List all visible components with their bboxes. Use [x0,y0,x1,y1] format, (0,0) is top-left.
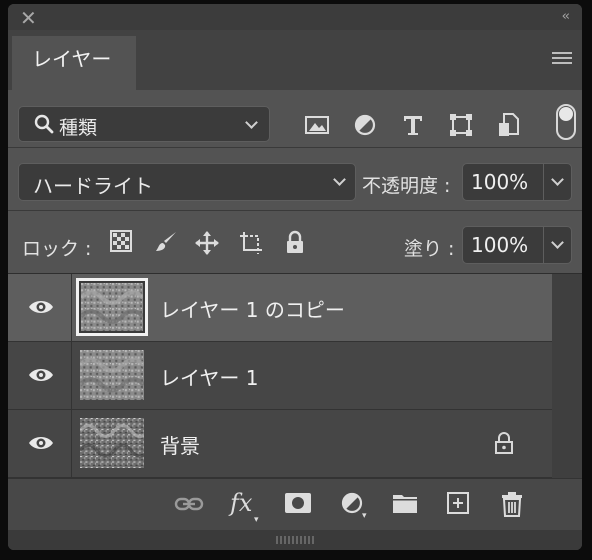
lock-artboard-icon[interactable] [238,230,264,256]
blend-row: ハードライト 不透明度 : 100% [8,149,582,211]
new-group-folder-icon[interactable] [392,491,418,515]
new-adjustment-layer-button[interactable]: ▾ [340,491,367,521]
opacity-label: 不透明度 : [362,175,451,197]
tab-label: レイヤー [32,47,112,71]
tab-row: レイヤー [8,30,582,90]
chevron-down-icon [333,173,346,186]
filter-kind-select[interactable]: 種類 [18,106,270,142]
visibility-eye-icon[interactable] [28,434,54,452]
layer-lock-icon [495,432,513,454]
shape-filter-icon[interactable] [448,112,474,138]
lock-position-icon[interactable] [194,230,220,256]
fill-label: 塗り : [404,238,455,260]
image-filter-icon[interactable] [304,112,330,138]
layer-name[interactable]: レイヤー 1 [160,362,258,391]
scrollbar[interactable] [552,274,582,479]
layers-panel: ✕ ‹‹ レイヤー 種類 ハードライト 不透明度: 100% ロック: 塗り… [8,4,582,550]
lock-all-icon[interactable] [284,230,306,254]
adjustment-filter-icon[interactable] [352,112,378,138]
new-layer-icon[interactable] [446,491,470,515]
visibility-eye-icon[interactable] [28,366,54,384]
panel-titlebar: ✕ ‹‹ [8,4,582,30]
link-layers-icon[interactable] [174,495,204,513]
lock-label: ロック : [22,238,92,260]
visibility-eye-icon[interactable] [28,298,54,316]
opacity-dropdown-icon[interactable] [551,173,564,186]
layer-style-button[interactable]: fx ▾ [230,489,259,525]
filter-row: 種類 [8,90,582,148]
lock-image-pixels-icon[interactable] [154,230,178,254]
chevron-down-icon [245,116,258,129]
panel-footer: fx ▾ ▾ [8,478,582,530]
close-icon[interactable]: ✕ [20,6,37,30]
layer-row[interactable]: レイヤー 1 [8,342,552,410]
opacity-field[interactable]: 100% [462,163,572,201]
resize-grip[interactable] [8,530,582,550]
lock-transparent-pixels-icon[interactable] [110,230,132,252]
type-filter-icon[interactable] [400,112,426,138]
blend-mode-select[interactable]: ハードライト [18,163,356,201]
layer-thumbnail[interactable] [78,418,150,468]
opacity-value: 100% [471,170,529,194]
collapse-icon[interactable]: ‹‹ [562,9,571,24]
blend-mode-label: ハードライト [33,174,153,198]
layer-thumbnail[interactable] [76,278,148,336]
fill-value: 100% [471,233,529,257]
filter-toggle[interactable] [556,104,576,140]
fill-field[interactable]: 100% [462,226,572,264]
layer-name[interactable]: 背景 [160,430,200,459]
delete-layer-icon[interactable] [500,491,524,517]
fx-icon: fx [230,489,253,517]
tab-layers[interactable]: レイヤー [12,36,136,90]
layer-row[interactable]: 背景 [8,410,552,478]
add-mask-icon[interactable] [284,491,312,515]
layer-name[interactable]: レイヤー 1 のコピー [160,294,345,323]
layer-thumbnail[interactable] [78,350,146,400]
panel-menu-icon[interactable] [552,52,572,66]
search-icon [34,114,54,134]
layers-list: レイヤー 1 のコピー レイヤー 1 背景 [8,273,582,479]
fill-dropdown-icon[interactable] [551,236,564,249]
layer-row[interactable]: レイヤー 1 のコピー [8,274,552,342]
adjustment-layer-icon [341,492,363,514]
filter-kind-label: 種類 [59,117,98,139]
smart-object-filter-icon[interactable] [496,112,522,138]
